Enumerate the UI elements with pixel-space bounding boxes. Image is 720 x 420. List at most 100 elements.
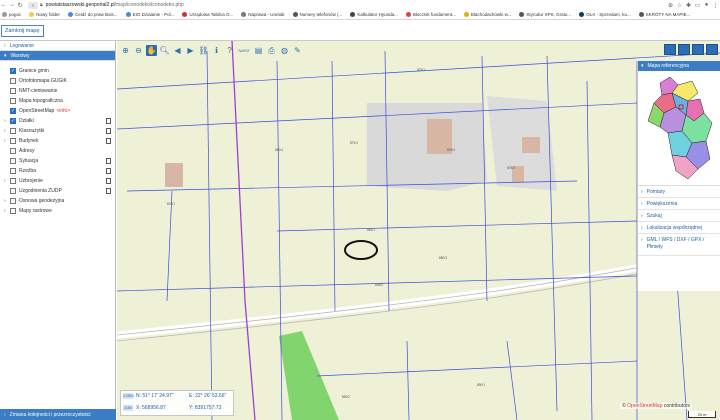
layer-checkbox[interactable]: [10, 88, 16, 94]
layer-item[interactable]: › Budynek: [0, 136, 115, 146]
layer-checkbox[interactable]: [10, 208, 16, 214]
measure-icon[interactable]: NARZ: [237, 45, 251, 56]
legend-document-icon[interactable]: [106, 118, 111, 124]
site-settings-icon[interactable]: ≡: [28, 1, 38, 9]
extensions-icon[interactable]: ✱: [684, 2, 693, 9]
layer-item[interactable]: NMT-cieniowanie: [0, 86, 115, 96]
pan-icon[interactable]: ✋: [146, 45, 157, 56]
layer-order-section[interactable]: › Zmiana kolejności i przezroczystości: [0, 409, 116, 420]
address-bar[interactable]: powiatstaszowski.geoportal2.pl/map/icono…: [46, 2, 666, 8]
layer-checkbox[interactable]: [10, 98, 16, 104]
layer-item[interactable]: Sytuacja: [0, 156, 115, 166]
bookmark-item[interactable]: Błocznik fundament...: [405, 12, 456, 17]
menu-icon[interactable]: ⋮: [711, 2, 720, 9]
bookmark-item[interactable]: EIO Dzialanie - Pol...: [125, 12, 174, 17]
right-panel-item[interactable]: › GML / WFS / DXF / GPX / Pliniety: [638, 234, 720, 256]
link-icon[interactable]: ⛓: [198, 45, 209, 56]
layer-item[interactable]: Mapa topograficzna: [0, 96, 115, 106]
layer-checkbox[interactable]: ✓: [10, 118, 16, 124]
help-icon[interactable]: ?: [224, 45, 235, 56]
back-arrow-icon[interactable]: ←: [0, 2, 8, 8]
zoom-out-icon[interactable]: ⊖: [133, 45, 144, 56]
layer-checkbox[interactable]: [10, 168, 16, 174]
layer-checkbox[interactable]: ✓: [10, 68, 16, 74]
bookmark-item[interactable]: Naprawa - Uonlab: [241, 12, 285, 17]
layout-left-button[interactable]: [664, 44, 676, 55]
layer-checkbox[interactable]: [10, 158, 16, 164]
legend-document-icon[interactable]: [106, 138, 111, 144]
sidepanel-icon[interactable]: ▭: [693, 2, 702, 9]
layer-item[interactable]: Rzeźba: [0, 166, 115, 176]
layout-right-button[interactable]: [692, 44, 704, 55]
globe-icon[interactable]: ◍: [279, 45, 290, 56]
star-icon[interactable]: ☆: [675, 2, 684, 9]
chevron-right-icon: ›: [641, 212, 643, 219]
back-icon[interactable]: ◀: [172, 45, 183, 56]
info-icon[interactable]: ℹ: [211, 45, 222, 56]
layer-checkbox[interactable]: [10, 78, 16, 84]
legend-document-icon[interactable]: [106, 178, 111, 184]
right-panel-item[interactable]: › Szukaj: [638, 210, 720, 222]
forward-icon[interactable]: ▶: [185, 45, 196, 56]
epsg-tag[interactable]: 2180: [123, 405, 133, 411]
osm-link[interactable]: OpenStreetMap: [627, 403, 662, 409]
layer-checkbox[interactable]: ✓: [10, 108, 16, 114]
login-section[interactable]: › Logowanie: [0, 41, 115, 51]
bookmark-item[interactable]: Urządowa Tabilca O...: [182, 12, 233, 17]
layer-item[interactable]: › Mapy rastrowe: [0, 206, 115, 216]
bookmark-item[interactable]: Ceidż do praw Bois...: [68, 12, 118, 17]
sidebar: › Logowanie ▾ Warstwy ✓ Granice gmin Ortof…: [0, 41, 116, 420]
layer-item[interactable]: Ortofotomapa GUGiK: [0, 76, 115, 86]
layer-item[interactable]: Adresy: [0, 146, 115, 156]
layer-item[interactable]: ✓ OpenStreetMap <info>: [0, 106, 115, 116]
edit-icon[interactable]: ✎: [292, 45, 303, 56]
zoom-in-icon[interactable]: ⊕: [120, 45, 131, 56]
reference-map[interactable]: [638, 71, 720, 186]
layout-full-button[interactable]: [706, 44, 718, 55]
layer-info-link[interactable]: <info>: [56, 108, 70, 114]
zoom-box-icon[interactable]: 🔍︎: [159, 45, 170, 56]
scale-tag[interactable]: 1:2500: [123, 393, 134, 399]
layers-section[interactable]: ▾ Warstwy: [0, 51, 115, 61]
layer-item[interactable]: › ✓ Działki: [0, 116, 115, 126]
layer-checkbox[interactable]: [10, 178, 16, 184]
bookmark-item[interactable]: SKRÓTY NA MAPIE...: [638, 12, 691, 17]
layer-checkbox[interactable]: [10, 128, 16, 134]
bookmark-item[interactable]: pogoc: [2, 12, 21, 17]
bookmark-item[interactable]: Blachodachówki w...: [463, 12, 511, 17]
map-base-layer[interactable]: 875/1 878/4 878/3 879/1 880/4 893/2 876/1 881/1…: [117, 41, 720, 420]
bookmark-item[interactable]: Kalkulator Hyunda...: [350, 12, 398, 17]
layer-item[interactable]: › Uzbrojenie: [0, 176, 115, 186]
layer-item[interactable]: Uzgodnienia ZUDP: [0, 186, 115, 196]
layer-checkbox[interactable]: [10, 188, 16, 194]
layer-checkbox[interactable]: [10, 148, 16, 154]
layer-checkbox[interactable]: [10, 198, 16, 204]
right-panel-item[interactable]: › Powiększenia: [638, 198, 720, 210]
layer-checkbox[interactable]: [10, 138, 16, 144]
legend-document-icon[interactable]: [106, 188, 111, 194]
legend-document-icon[interactable]: [106, 128, 111, 134]
layout-split-button[interactable]: [678, 44, 690, 55]
forward-arrow-icon[interactable]: →: [8, 2, 16, 8]
bookmark-item[interactable]: Numery telefonów (...: [292, 12, 342, 17]
layer-item[interactable]: ✓ Granice gmin: [0, 66, 115, 76]
reference-map-header[interactable]: ▾ Mapa referencyjna: [638, 61, 720, 71]
print-icon[interactable]: ⎙: [266, 45, 277, 56]
legend-document-icon[interactable]: [106, 158, 111, 164]
profile-icon[interactable]: ●: [702, 2, 711, 8]
bookmark-item[interactable]: Nowy folder: [29, 12, 60, 17]
legend-document-icon[interactable]: [106, 168, 111, 174]
bookmark-item[interactable]: OLX - Sprzedam, ku...: [579, 12, 631, 17]
right-panel-item[interactable]: › Pomiary: [638, 186, 720, 198]
close-map-button[interactable]: Zamknij mapę: [1, 25, 44, 37]
right-panel-item[interactable]: › Lokalizacja współrzędnej: [638, 222, 720, 234]
chevron-right-icon: ›: [4, 42, 6, 49]
layer-item[interactable]: › Osnowa geodezyjna: [0, 196, 115, 206]
bookmark-item[interactable]: Styrodur XPS, Gratu...: [519, 12, 571, 17]
bookmark-label: SKRÓTY NA MAPIE...: [645, 12, 691, 17]
layer-item[interactable]: › Klasoużytki: [0, 126, 115, 136]
print-preview-icon[interactable]: ▤: [253, 45, 264, 56]
zoom-icon[interactable]: ⊕: [666, 2, 675, 9]
reload-icon[interactable]: ↻: [16, 2, 24, 9]
map-canvas[interactable]: 875/1 878/4 878/3 879/1 880/4 893/2 876/1 881/1…: [117, 41, 720, 420]
